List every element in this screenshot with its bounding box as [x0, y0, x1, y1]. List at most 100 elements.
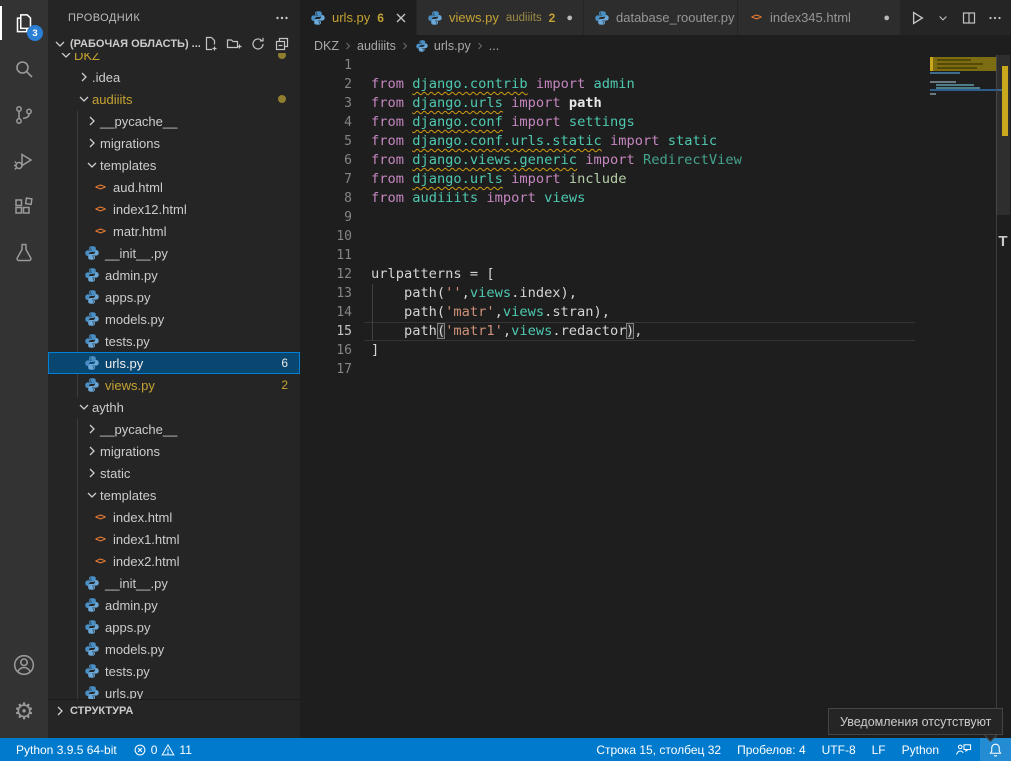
error-count: 0: [151, 743, 158, 757]
tree-item-__pycache__[interactable]: __pycache__: [48, 418, 300, 440]
activity-run-debug-icon[interactable]: [0, 138, 48, 184]
tree-item-admin.py[interactable]: admin.py: [48, 264, 300, 286]
tree-item-audiiits[interactable]: audiiits: [48, 88, 300, 110]
tree-item-models.py[interactable]: models.py: [48, 638, 300, 660]
activity-bar: 3 ⚙: [0, 0, 48, 738]
run-icon[interactable]: [907, 8, 927, 28]
tree-item-apps.py[interactable]: apps.py: [48, 286, 300, 308]
breadcrumb-item-audiiits[interactable]: audiiits: [357, 39, 396, 53]
more-actions-icon[interactable]: [272, 8, 292, 28]
line-number: 8: [300, 189, 352, 208]
html-icon: <>: [95, 534, 105, 545]
tab-urls.py[interactable]: urls.py6: [300, 0, 417, 35]
tree-item-aud.html[interactable]: <>aud.html: [48, 176, 300, 198]
activity-search-icon[interactable]: [0, 46, 48, 92]
tree-item-__init__.py[interactable]: __init__.py: [48, 242, 300, 264]
status-bell[interactable]: [980, 738, 1011, 761]
tree-item-urls.py[interactable]: urls.py6: [48, 352, 300, 374]
activity-source-control-icon[interactable]: [0, 92, 48, 138]
tree-item-migrations[interactable]: migrations: [48, 440, 300, 462]
status-eol[interactable]: LF: [864, 738, 894, 761]
tree-item-models.py[interactable]: models.py: [48, 308, 300, 330]
tree-item-index.html[interactable]: <>index.html: [48, 506, 300, 528]
chevron-right-icon[interactable]: [84, 421, 100, 437]
outline-section-header[interactable]: СТРУКТУРА: [48, 699, 300, 722]
sidebar-title: ПРОВОДНИК: [68, 12, 140, 24]
bell-icon: [988, 742, 1003, 758]
code-editor[interactable]: 12from django.contrib import admin3from …: [300, 56, 996, 738]
breadcrumb-item-urls.py[interactable]: urls.py: [414, 38, 471, 54]
minimap-mark: [936, 84, 974, 86]
chevron-down-icon[interactable]: [76, 399, 92, 415]
split-editor-icon[interactable]: [959, 8, 979, 28]
status-label: UTF-8: [822, 743, 856, 757]
tree-item-views.py[interactable]: views.py2: [48, 374, 300, 396]
status-language-mode[interactable]: Python: [894, 738, 947, 761]
code-line-3: 3from django.urls import path: [300, 94, 996, 113]
status-encoding[interactable]: UTF-8: [814, 738, 864, 761]
chevron-down-icon[interactable]: [76, 91, 92, 107]
tree-item-label: models.py: [105, 312, 164, 327]
tree-item-urls.py[interactable]: urls.py: [48, 682, 300, 699]
status-indentation[interactable]: Пробелов: 4: [729, 738, 814, 761]
activity-account-icon[interactable]: [0, 642, 48, 688]
more-icon[interactable]: [985, 8, 1005, 28]
activity-testing-icon[interactable]: [0, 230, 48, 276]
tree-item-label: DKZ: [74, 53, 100, 63]
chevron-right-icon[interactable]: [76, 69, 92, 85]
error-icon: [133, 743, 147, 757]
workspace-section-header[interactable]: (РАБОЧАЯ ОБЛАСТЬ) ...: [48, 35, 300, 53]
tree-item-tests.py[interactable]: tests.py: [48, 330, 300, 352]
scrollbar[interactable]: T: [996, 55, 1011, 738]
close-icon[interactable]: [393, 10, 409, 26]
status-cursor-position[interactable]: Строка 15, столбец 32: [588, 738, 729, 761]
tree-item-matr.html[interactable]: <>matr.html: [48, 220, 300, 242]
chevron-right-icon[interactable]: [84, 443, 100, 459]
dirty-dot-icon[interactable]: ●: [566, 12, 573, 24]
activity-extensions-icon[interactable]: [0, 184, 48, 230]
chevron-right-icon[interactable]: [84, 113, 100, 129]
tree-item-aythh[interactable]: aythh: [48, 396, 300, 418]
tree-item-templates[interactable]: templates: [48, 154, 300, 176]
chevron-down-icon[interactable]: [84, 487, 100, 503]
tree-item-migrations[interactable]: migrations: [48, 132, 300, 154]
dirty-dot-icon[interactable]: ●: [883, 12, 890, 24]
new-folder-icon[interactable]: [224, 34, 244, 54]
activity-explorer-icon[interactable]: 3: [0, 0, 48, 46]
problems-count-badge: 2: [281, 378, 288, 392]
run-dropdown-icon[interactable]: [933, 8, 953, 28]
tree-item-static[interactable]: static: [48, 462, 300, 484]
tab-views.py[interactable]: views.pyaudiiits2●: [417, 0, 584, 35]
tree-item-apps.py[interactable]: apps.py: [48, 616, 300, 638]
activity-settings-icon[interactable]: ⚙: [0, 688, 48, 734]
breadcrumb-item-DKZ[interactable]: DKZ: [314, 39, 339, 53]
collapse-all-icon[interactable]: [272, 34, 292, 54]
status-problems[interactable]: 011: [125, 738, 200, 761]
status-python-interpreter[interactable]: Python 3.9.5 64-bit: [8, 738, 125, 761]
tree-item-__init__.py[interactable]: __init__.py: [48, 572, 300, 594]
refresh-icon[interactable]: [248, 34, 268, 54]
tree-item-label: .idea: [92, 70, 120, 85]
python-file-icon: [415, 39, 429, 53]
tab-index345.html[interactable]: <>index345.html●: [738, 0, 901, 35]
tree-item-__pycache__[interactable]: __pycache__: [48, 110, 300, 132]
tab-database_roouter.py[interactable]: database_roouter.py: [584, 0, 738, 35]
chevron-right-icon[interactable]: [84, 465, 100, 481]
chevron-right-icon[interactable]: [84, 135, 100, 151]
tree-item-index1.html[interactable]: <>index1.html: [48, 528, 300, 550]
html-icon: <>: [95, 182, 105, 193]
chevron-down-icon[interactable]: [84, 157, 100, 173]
chevron-down-icon[interactable]: [58, 53, 74, 63]
minimap[interactable]: [930, 55, 996, 715]
new-file-icon[interactable]: [200, 34, 220, 54]
status-feedback[interactable]: [947, 738, 980, 761]
tree-item-DKZ[interactable]: DKZ: [48, 53, 300, 66]
tree-item-.idea[interactable]: .idea: [48, 66, 300, 88]
breadcrumb-item-...[interactable]: ...: [489, 39, 499, 53]
code-line-15: 15 path('matr1',views.redactor),: [300, 322, 996, 341]
tree-item-templates[interactable]: templates: [48, 484, 300, 506]
tree-item-index2.html[interactable]: <>index2.html: [48, 550, 300, 572]
tree-item-index12.html[interactable]: <>index12.html: [48, 198, 300, 220]
tree-item-tests.py[interactable]: tests.py: [48, 660, 300, 682]
tree-item-admin.py[interactable]: admin.py: [48, 594, 300, 616]
